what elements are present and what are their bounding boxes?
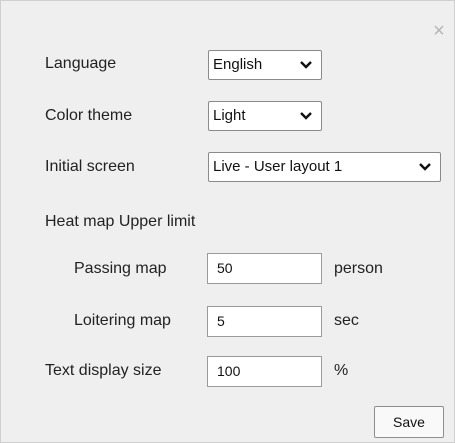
initial-screen-select-value: Live - User layout 1 [213,158,343,175]
save-button[interactable]: Save [374,406,444,438]
initial-screen-select[interactable]: Live - User layout 1 [208,152,441,182]
language-select[interactable]: English [208,50,322,80]
passing-map-input[interactable]: 50 [207,253,322,284]
text-size-unit: % [334,362,349,379]
passing-map-label: Passing map [74,260,167,277]
passing-map-unit: person [334,260,383,277]
loitering-map-label: Loitering map [74,312,171,329]
chevron-down-icon [419,163,431,171]
language-select-value: English [213,56,263,73]
color-theme-label: Color theme [45,107,133,124]
text-size-label: Text display size [45,362,162,379]
color-theme-select-value: Light [213,107,246,124]
heat-map-title: Heat map Upper limit [45,213,196,230]
chevron-down-icon [300,112,312,120]
close-icon[interactable]: × [431,21,447,41]
settings-dialog: × Language English Color theme Light Ini… [0,0,455,443]
text-size-input[interactable]: 100 [207,356,322,387]
loitering-map-unit: sec [334,312,359,329]
loitering-map-input[interactable]: 5 [207,306,322,337]
language-label: Language [45,55,117,72]
color-theme-select[interactable]: Light [208,101,322,131]
initial-screen-label: Initial screen [45,158,135,175]
chevron-down-icon [300,61,312,69]
